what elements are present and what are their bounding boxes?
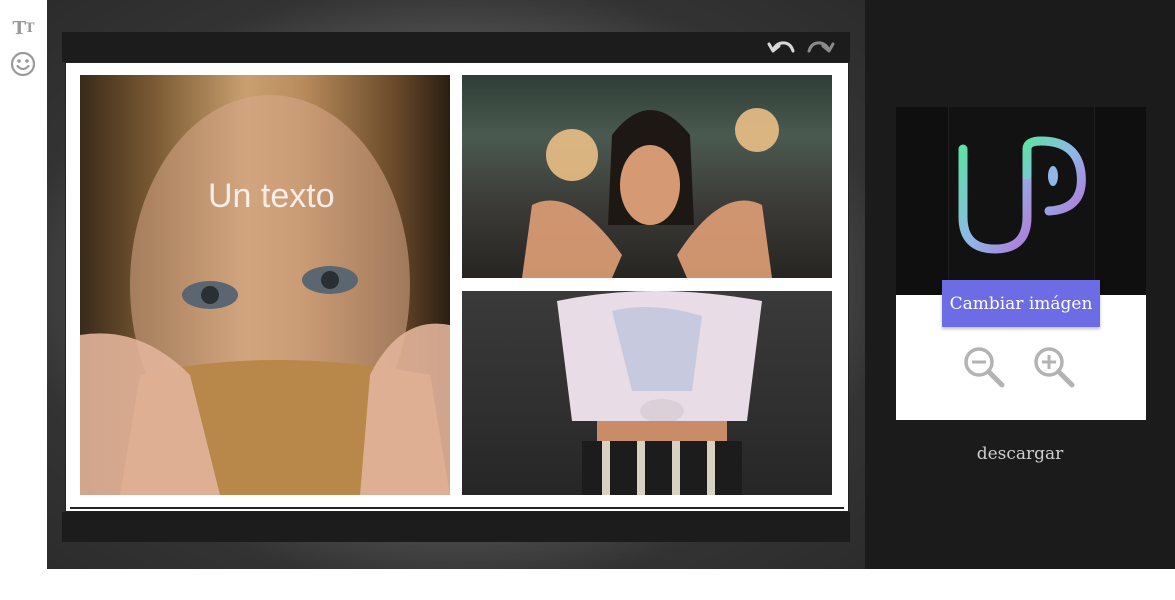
change-image-button[interactable]: Cambiar imágen	[942, 280, 1100, 327]
text-tool-glyph-big: T	[12, 17, 25, 39]
logo-preview-area	[896, 107, 1146, 295]
download-link[interactable]: descargar	[865, 444, 1175, 464]
photo-slot-left[interactable]: Un texto	[80, 75, 450, 495]
right-panel: Cambiar imágen descargar	[865, 0, 1175, 569]
logo-card: Cambiar imágen	[896, 107, 1146, 420]
text-size-icon[interactable]: TT	[8, 14, 38, 42]
collage-canvas[interactable]: Un texto	[65, 62, 849, 512]
zoom-in-icon[interactable]	[1032, 345, 1076, 389]
canvas-toolbar	[62, 32, 850, 62]
photo-slot-top-right[interactable]	[462, 75, 832, 278]
text-tool-glyph-small: T	[24, 20, 35, 36]
zoom-out-icon[interactable]	[962, 345, 1006, 389]
tool-rail: TT	[0, 0, 47, 600]
undo-icon[interactable]	[767, 36, 797, 58]
overlay-text-label[interactable]: Un texto	[208, 177, 335, 216]
editor-stage: Un texto	[47, 0, 865, 569]
redo-icon[interactable]	[805, 36, 835, 58]
smiley-icon[interactable]	[8, 50, 38, 78]
photo-slot-bottom-right[interactable]	[462, 291, 832, 495]
canvas-footer	[62, 512, 850, 542]
logo-image	[948, 107, 1095, 295]
